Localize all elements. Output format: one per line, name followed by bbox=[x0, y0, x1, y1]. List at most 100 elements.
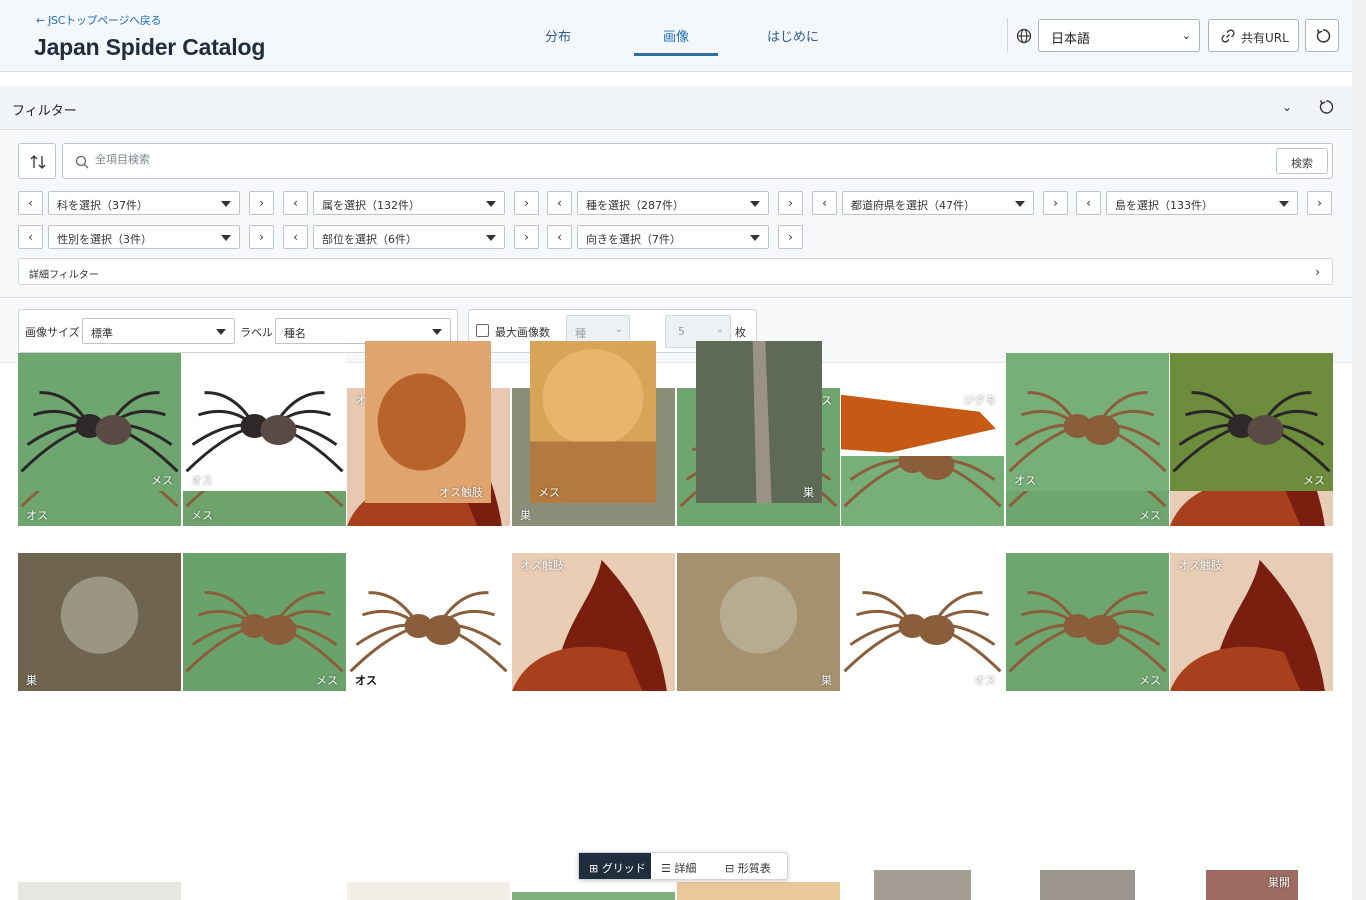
table-view-button[interactable]: ⊟ 形質表 bbox=[715, 853, 787, 879]
gallery-thumbnail[interactable]: メス bbox=[1006, 553, 1169, 691]
gallery-thumbnail[interactable]: オス bbox=[1006, 353, 1169, 491]
sex-filter: ‹ 性別を選択（3件） › bbox=[18, 225, 275, 249]
gallery-thumbnail[interactable] bbox=[677, 882, 840, 900]
page-scrollbar[interactable] bbox=[1352, 0, 1366, 900]
max-images-checkbox[interactable] bbox=[476, 324, 489, 337]
prev-arrow[interactable]: ‹ bbox=[547, 225, 572, 249]
gallery-thumbnail[interactable]: オス bbox=[841, 553, 1004, 691]
prev-arrow[interactable]: ‹ bbox=[283, 191, 308, 215]
gallery-thumbnail[interactable]: オス bbox=[183, 353, 346, 491]
genus-filter: ‹ 属を選択（132件） › bbox=[283, 191, 540, 215]
prefecture-select[interactable]: 都道府県を選択（47件） bbox=[842, 191, 1034, 215]
thumbnail-image bbox=[377, 373, 466, 471]
search-box: 検索 bbox=[62, 143, 1333, 179]
spider-abdomen bbox=[1083, 415, 1120, 445]
grid-view-button[interactable]: ⊞ グリッド bbox=[579, 853, 651, 879]
family-select[interactable]: 科を選択（37件） bbox=[48, 191, 240, 215]
refresh-icon[interactable] bbox=[1318, 99, 1334, 115]
gallery-thumbnail[interactable]: 巣 bbox=[18, 553, 181, 691]
gallery-thumbnail[interactable]: メス bbox=[183, 553, 346, 691]
gallery-thumbnail[interactable]: オス触肢 bbox=[512, 553, 675, 691]
thumbnail-caption: オス触肢 bbox=[439, 486, 483, 499]
part-select[interactable]: 部位を選択（6件） bbox=[313, 225, 505, 249]
tab-images[interactable]: 画像 bbox=[634, 26, 718, 56]
back-to-top-link[interactable]: ← JSCトップページへ戻る bbox=[36, 12, 162, 28]
nest-shape bbox=[719, 576, 798, 654]
prev-arrow[interactable]: ‹ bbox=[812, 191, 837, 215]
gallery-thumbnail[interactable]: メス bbox=[530, 341, 656, 503]
gallery-thumbnail[interactable]: オス bbox=[347, 553, 510, 691]
spider-abdomen bbox=[918, 615, 955, 645]
label-label: ラベル bbox=[240, 326, 273, 339]
orientation-select[interactable]: 向きを選択（7件） bbox=[577, 225, 769, 249]
next-arrow[interactable]: › bbox=[514, 191, 539, 215]
search-button[interactable]: 検索 bbox=[1276, 148, 1328, 174]
chevron-down-icon[interactable]: ⌄ bbox=[1282, 100, 1292, 114]
next-arrow[interactable]: › bbox=[514, 225, 539, 249]
island-select[interactable]: 島を選択（133件） bbox=[1106, 191, 1298, 215]
next-arrow[interactable]: › bbox=[1307, 191, 1332, 215]
gallery-thumbnail[interactable] bbox=[347, 882, 510, 900]
sort-button[interactable] bbox=[18, 143, 56, 179]
gallery-thumbnail[interactable]: メス bbox=[1170, 353, 1333, 491]
gallery-thumbnail[interactable] bbox=[18, 882, 181, 900]
label-value: 種名 bbox=[284, 327, 306, 340]
genus-select[interactable]: 属を選択（132件） bbox=[313, 191, 505, 215]
image-size-select[interactable]: 標準 bbox=[82, 318, 235, 344]
tab-introduction[interactable]: はじめに bbox=[758, 26, 828, 56]
language-select[interactable]: 日本語 ⌄ bbox=[1038, 19, 1200, 52]
reset-button[interactable] bbox=[1305, 19, 1339, 52]
thumbnail-image bbox=[185, 391, 344, 473]
thumbnail-image bbox=[1008, 391, 1167, 473]
gallery-thumbnail[interactable]: メス bbox=[18, 353, 181, 491]
palp-base bbox=[1170, 646, 1301, 691]
share-url-label: 共有URL bbox=[1241, 31, 1289, 45]
next-arrow[interactable]: › bbox=[778, 191, 803, 215]
caret-down-icon bbox=[1279, 201, 1289, 207]
gallery-thumbnail[interactable]: 巣 bbox=[696, 341, 822, 503]
prev-arrow[interactable]: ‹ bbox=[283, 225, 308, 249]
gallery-thumbnail[interactable] bbox=[512, 892, 675, 900]
tab-distribution[interactable]: 分布 bbox=[530, 26, 586, 56]
next-arrow[interactable]: › bbox=[1043, 191, 1068, 215]
prev-arrow[interactable]: ‹ bbox=[18, 191, 43, 215]
gallery-thumbnail[interactable] bbox=[1040, 870, 1135, 900]
detail-view-button[interactable]: ☰ 詳細 bbox=[651, 853, 715, 879]
thumbnail-caption: ジグモ bbox=[963, 394, 996, 407]
thumbnail-caption: 巣開 bbox=[1268, 876, 1290, 889]
gallery-thumbnail[interactable]: 巣 bbox=[677, 553, 840, 691]
gallery-thumbnail[interactable]: オス触肢 bbox=[365, 341, 491, 503]
share-url-button[interactable]: 共有URL bbox=[1208, 19, 1299, 52]
image-size-label: 画像サイズ bbox=[25, 326, 80, 339]
filter-panel-header[interactable]: フィルター ⌄ bbox=[0, 86, 1352, 130]
globe-icon bbox=[1016, 28, 1032, 44]
count-unit-label: 枚 bbox=[735, 326, 746, 339]
thumbnail-image bbox=[185, 591, 344, 673]
next-arrow[interactable]: › bbox=[249, 191, 274, 215]
prefecture-filter: ‹ 都道府県を選択（47件） › bbox=[812, 191, 1069, 215]
list-icon: ☰ bbox=[661, 862, 675, 875]
advanced-filter-toggle[interactable]: 詳細フィルター › bbox=[18, 258, 1333, 285]
orientation-filter: ‹ 向きを選択（7件） › bbox=[547, 225, 804, 249]
next-arrow[interactable]: › bbox=[778, 225, 803, 249]
tab-label: 分布 bbox=[544, 30, 571, 45]
prefecture-select-label: 都道府県を選択（47件） bbox=[851, 199, 975, 212]
thumbnail-image bbox=[1172, 391, 1331, 473]
body-shape bbox=[542, 349, 644, 447]
next-arrow[interactable]: › bbox=[249, 225, 274, 249]
gallery-thumbnail[interactable] bbox=[874, 870, 971, 900]
max-count-value: 5 bbox=[678, 325, 685, 338]
gallery-thumbnail[interactable]: オス触肢 bbox=[1170, 553, 1333, 691]
gallery-thumbnail[interactable]: 巣開 bbox=[1206, 870, 1298, 900]
search-icon bbox=[75, 155, 89, 169]
species-select[interactable]: 種を選択（287件） bbox=[577, 191, 769, 215]
genus-select-label: 属を選択（132件） bbox=[322, 199, 420, 212]
sex-select[interactable]: 性別を選択（3件） bbox=[48, 225, 240, 249]
gallery-thumbnail[interactable]: ジグモ bbox=[841, 388, 1004, 456]
search-input[interactable] bbox=[95, 153, 1245, 166]
island-select-label: 島を選択（133件） bbox=[1115, 199, 1213, 212]
prev-arrow[interactable]: ‹ bbox=[547, 191, 572, 215]
thumbnail-caption: メス bbox=[1303, 474, 1325, 487]
prev-arrow[interactable]: ‹ bbox=[18, 225, 43, 249]
prev-arrow[interactable]: ‹ bbox=[1076, 191, 1101, 215]
